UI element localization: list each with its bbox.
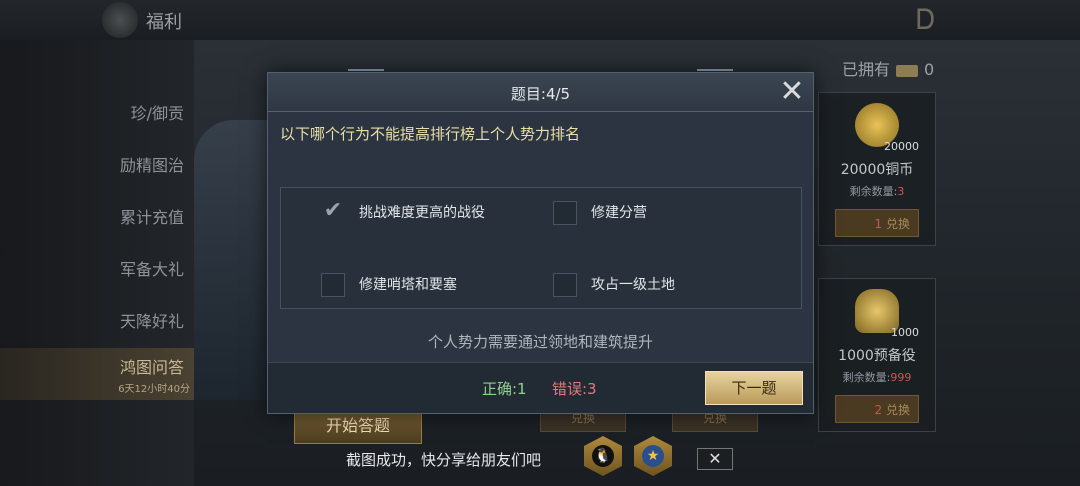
- owned-count: 0: [924, 60, 935, 79]
- dialog-title: 题目:4/5: [510, 85, 571, 103]
- quiz-dialog: 题目:4/5 ✕ 以下哪个行为不能提高排行榜上个人势力排名 ✔ 挑战难度更高的战…: [267, 69, 814, 414]
- exchange-label: 兑换: [885, 217, 910, 231]
- shop-card-reserve: 1000 1000预备役 剩余数量:999 2 兑换: [818, 278, 936, 432]
- sidebar: 珍/御贡 励精图治 累计充值 军备大礼 天降好礼 鸿图问答 6天12小时40分: [0, 40, 194, 486]
- share-message: 截图成功，快分享给朋友们吧: [346, 451, 542, 469]
- exchange-button[interactable]: 1 兑换: [835, 209, 919, 237]
- exchange-price: 1: [874, 217, 883, 231]
- sidebar-item-quiz[interactable]: 鸿图问答 6天12小时40分: [0, 348, 194, 400]
- sidebar-item-label: 累计充值: [119, 208, 184, 227]
- sidebar-item-label: 珍/御贡: [130, 104, 184, 123]
- sidebar-item-label: 天降好礼: [119, 312, 184, 331]
- option-label: 修建分营: [591, 205, 647, 221]
- sidebar-item-recharge[interactable]: 累计充值: [0, 192, 194, 244]
- item-amount: 1000: [891, 326, 919, 339]
- stock-value: 999: [890, 371, 912, 384]
- stock-value: 3: [897, 185, 905, 198]
- owned-currency: 已拥有 0: [842, 56, 934, 80]
- item-name: 20000铜币: [840, 162, 914, 178]
- qzone-star-icon: ★: [642, 445, 664, 467]
- sidebar-item-tribute[interactable]: 珍/御贡: [0, 88, 194, 140]
- sidebar-item-label: 军备大礼: [119, 260, 184, 279]
- countdown-timer: 6天12小时40分: [118, 384, 190, 395]
- item-name: 1000预备役: [838, 348, 916, 364]
- checkbox[interactable]: [321, 273, 345, 297]
- sidebar-item-label: 励精图治: [119, 156, 184, 175]
- item-stock: 剩余数量:3: [819, 183, 935, 199]
- close-icon[interactable]: ✕: [775, 75, 809, 109]
- sidebar-item-gift[interactable]: 天降好礼: [0, 296, 194, 348]
- exchange-button[interactable]: 2 兑换: [835, 395, 919, 423]
- owned-label: 已拥有: [842, 60, 891, 79]
- checkbox[interactable]: [553, 273, 577, 297]
- dialog-footer: 正确:1 错误:3 下一题: [268, 362, 813, 413]
- sidebar-item-label: 鸿图问答: [119, 358, 184, 377]
- shop-card-copper: 20000 20000铜币 剩余数量:3 1 兑换: [818, 92, 936, 246]
- header-ornament: [697, 69, 733, 81]
- share-qzone-button[interactable]: ★: [634, 436, 672, 476]
- dialog-header: 题目:4/5 ✕: [268, 69, 813, 112]
- qq-penguin-icon: 🐧: [592, 445, 614, 467]
- copper-coin-icon: 20000: [855, 103, 919, 153]
- share-qq-button[interactable]: 🐧: [584, 436, 622, 476]
- exchange-price: 2: [874, 403, 883, 417]
- wrong-count: 错误:3: [552, 380, 597, 398]
- exchange-label: 兑换: [885, 403, 910, 417]
- close-icon[interactable]: ✕: [697, 448, 733, 470]
- next-question-button[interactable]: 下一题: [705, 371, 803, 405]
- options-panel: ✔ 挑战难度更高的战役 修建分营 修建哨塔和要塞 攻占一级土地: [280, 187, 802, 309]
- avatar: [102, 2, 138, 38]
- item-stock: 剩余数量:999: [819, 369, 935, 385]
- sidebar-item-diligence[interactable]: 励精图治: [0, 140, 194, 192]
- page-title: 福利: [146, 12, 182, 33]
- sidebar-item-military[interactable]: 军备大礼: [0, 244, 194, 296]
- dragon-logo-icon: Ꭰ: [916, 3, 935, 36]
- helmet-icon: 1000: [855, 289, 919, 339]
- stock-label: 剩余数量:: [842, 371, 891, 384]
- item-amount: 20000: [884, 140, 919, 153]
- checkmark-icon: ✔: [323, 198, 343, 223]
- option-label: 修建哨塔和要塞: [359, 277, 457, 293]
- header-ornament: [348, 69, 384, 81]
- checkbox[interactable]: [553, 201, 577, 225]
- option-label: 攻占一级土地: [591, 277, 675, 293]
- question-text: 以下哪个行为不能提高排行榜上个人势力排名: [280, 125, 581, 143]
- correct-count: 正确:1: [482, 380, 527, 398]
- top-bar: 福利 Ꭰ: [0, 0, 1080, 41]
- option-label: 挑战难度更高的战役: [359, 205, 485, 221]
- ticket-icon: [896, 64, 919, 77]
- answer-hint: 个人势力需要通过领地和建筑提升: [427, 333, 653, 351]
- stock-label: 剩余数量:: [849, 185, 898, 198]
